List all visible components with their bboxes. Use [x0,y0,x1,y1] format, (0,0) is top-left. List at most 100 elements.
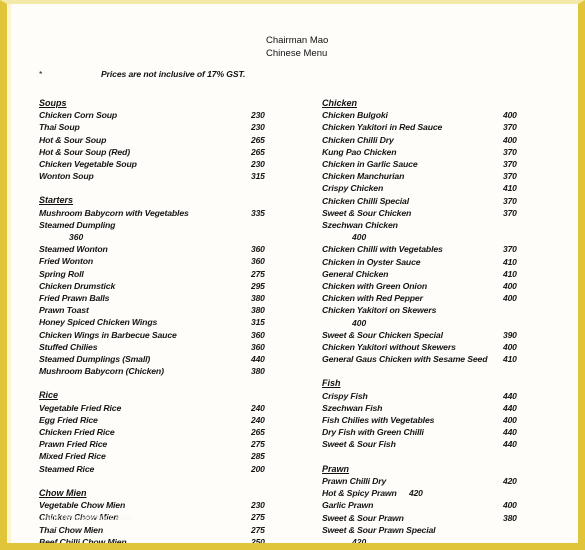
menu-item-name: Chicken Chilli with Vegetables [322,244,443,255]
menu-item-name: Chicken Chilli Special [322,195,409,206]
menu-item-price: 295 [251,280,265,291]
menu-item-name: Spring Roll [39,268,84,279]
menu-item-price: 275 [251,524,265,535]
menu-item-name: General Gaus Chicken with Sesame Seed [322,354,488,365]
menu-section-prawn: Prawn Prawn Chilli Dry 420 Hot & Spicy Praw… [322,462,578,543]
menu-item-name: Stuffed Chilies [39,341,98,352]
menu-item: Hot & Sour Soup 265 [39,134,311,146]
menu-section-starters: Starters Mushroom Babycorn with Vegetable… [39,193,311,377]
menu-item-name: General Chicken [322,268,389,279]
menu-item-price: 370 [503,146,517,157]
menu-item: Crispy Fish 440 [322,390,578,402]
menu-item-price: 360 [251,256,265,267]
menu-item-name: Hot & Spicy Prawn [322,488,397,499]
section-title: Prawn [322,463,350,474]
menu-item-name: Prawn Fried Rice [39,439,108,450]
gst-bullet: * [39,69,43,79]
menu-item: Chicken in Oyster Sauce 410 [322,256,578,268]
menu-item-price: 420 [503,475,517,486]
menu-item: Fried Prawn Balls 380 [39,292,311,304]
menu-item-price: 360 [251,329,265,340]
menu-item-price: 400 [503,281,517,292]
menu-item: Szechwan Chicken [322,219,578,231]
menu-item: Steamed Dumpling [39,219,311,231]
menu-item-name: Chicken Yakitori in Red Sauce [322,122,443,133]
menu-item: Sweet & Sour Chicken 370 [322,207,578,219]
menu-item-name: Fried Wonton [39,256,94,267]
menu-item-name: Chicken Drumstick [39,280,116,291]
menu-item: Chicken Manchurian 370 [322,170,578,182]
section-title: Chow Mien [39,487,87,498]
menu-item-name: Szechwan Chicken [322,220,398,231]
menu-item-name: Chicken Fried Rice [39,427,115,438]
menu-item: Wonton Soup 315 [39,170,311,182]
menu-item-price: 380 [251,366,265,377]
menu-item: Chicken with Green Onion 400 [322,280,578,292]
menu-item-name: Prawn Chilli Dry [322,475,387,486]
menu-item-name: Mushroom Babycorn (Chicken) [39,366,164,377]
menu-item: Chicken Yakitori without Skewers 400 [322,341,578,353]
menu-item-price: 265 [251,427,265,438]
menu-item: Prawn Toast 380 [39,304,311,316]
menu-item-price: 400 [503,500,517,511]
menu-item-price: 240 [251,402,265,413]
menu-item-name: Chicken Corn Soup [39,110,118,121]
menu-item-price: 315 [251,317,265,328]
menu-item-price: 230 [251,122,265,133]
menu-item-price: 420 [409,488,423,499]
menu-item: Chicken in Garlic Sauce 370 [322,158,578,170]
menu-item-price: 440 [503,390,517,401]
menu-item: Crispy Chicken 410 [322,182,578,194]
menu-item-price: 360 [251,244,265,255]
menu-item-price: 410 [503,183,517,194]
menu-item-price: 400 [503,110,517,121]
menu-item: Chicken Vegetable Soup 230 [39,158,311,170]
menu-item-name: Steamed Rice [39,463,95,474]
menu-item-price: 275 [251,512,265,523]
menu-item-name: Chicken Manchurian [322,171,405,182]
menu-item-name: Chicken in Oyster Sauce [322,256,421,267]
menu-item: Chicken Chilli Dry 400 [322,134,578,146]
menu-item-name: Szechwan Fish [322,402,383,413]
menu-item: Garlic Prawn 400 [322,499,578,511]
menu-item-price: 400 [503,293,517,304]
menu-item-price: 440 [503,402,517,413]
gst-note-text: Prices are not inclusive of 17% GST. [101,69,246,79]
section-title: Rice [39,390,59,401]
menu-item-price: 410 [503,354,517,365]
menu-item-name: Sweet & Sour Chicken [322,207,412,218]
menu-item-name: Thai Soup [39,122,80,133]
menu-item: Chicken Yakitori in Red Sauce 370 [322,121,578,133]
menu-item-name: Vegetable Chow Mien [39,500,126,511]
menu-item: Mushroom Babycorn (Chicken) 380 [39,365,311,377]
menu-item-name: Chicken Wings in Barbecue Sauce [39,329,177,340]
menu-section-rice: Rice Vegetable Fried Rice 240 Egg Fried Ric… [39,388,311,474]
menu-item-price: 400 [352,317,367,328]
menu-section-soups: Soups Chicken Corn Soup 230 Thai Soup 230 Hot… [39,96,311,182]
gst-note-row: * Prices are not inclusive of 17% GST. [39,69,245,79]
menu-item-price: 440 [503,427,517,438]
menu-item-price: 275 [251,439,265,450]
menu-item: Beef Chilli Chow Mien 250 [39,536,311,547]
menu-item-price: 440 [503,439,517,450]
menu-item: Vegetable Chow Mien 230 [39,499,311,511]
menu-item: Hot & Spicy Prawn 420 [322,487,578,499]
menu-item-price: 250 [251,536,265,547]
menu-item-price: 360 [251,341,265,352]
section-title: Chicken [322,98,358,108]
menu-item-price: 410 [503,256,517,267]
menu-item: Chicken Chilli with Vegetables 370 [322,243,578,255]
menu-item-name: Prawn Toast [39,305,89,316]
menu-item: Stuffed Chilies 360 [39,341,311,353]
menu-column-left: Soups Chicken Corn Soup 230 Thai Soup 230 Hot… [39,96,311,547]
menu-item: Steamed Wonton 360 [39,243,311,255]
menu-item-name: Fried Prawn Balls [39,293,110,304]
menu-item-price: 230 [251,110,265,121]
menu-item: Chicken Drumstick 295 [39,280,311,292]
menu-item-price: 285 [251,451,265,462]
menu-subtitle: Chinese Menu [266,48,328,59]
menu-item: Steamed Rice 200 [39,463,311,475]
menu-item-name: Crispy Fish [322,390,368,401]
section-title-row: Chow Mien [39,486,311,499]
menu-item: Fish Chilies with Vegetables 400 [322,414,578,426]
